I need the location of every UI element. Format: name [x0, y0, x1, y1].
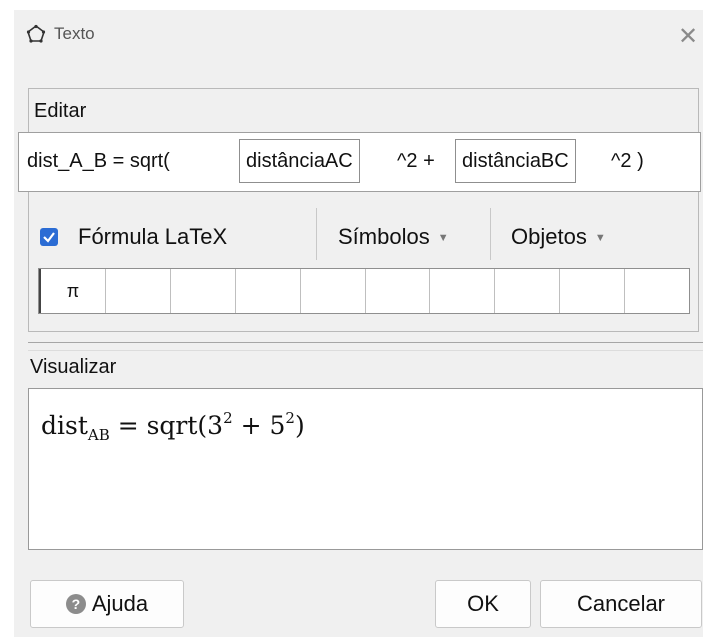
section-divider	[28, 342, 703, 343]
window-title: Texto	[54, 24, 95, 43]
help-icon: ?	[65, 594, 86, 614]
formula-plus: +	[240, 411, 262, 440]
symbols-dropdown[interactable]: Símbolos ▼	[338, 224, 449, 250]
expression-editor[interactable]: dist_A_B = sqrt( distânciaAC ^2 + distân…	[18, 132, 701, 192]
toolbar-divider	[316, 208, 317, 260]
symbol-cell[interactable]	[171, 269, 236, 313]
symbol-cell[interactable]	[106, 269, 171, 313]
formula-b-exponent: 2	[285, 409, 295, 427]
symbol-cell[interactable]	[236, 269, 301, 313]
expression-suffix: ^2 )	[611, 150, 644, 172]
ok-button[interactable]: OK	[435, 580, 531, 628]
symbols-dropdown-label: Símbolos	[338, 224, 430, 249]
edit-section-label: Editar	[34, 100, 87, 122]
expression-middle: ^2 +	[397, 150, 435, 172]
section-divider	[28, 350, 703, 351]
title-bar[interactable]: Texto ✕	[14, 10, 703, 60]
formula-close: )	[294, 411, 305, 440]
caret-down-icon: ▼	[437, 232, 449, 244]
toolbar-divider	[490, 208, 491, 260]
symbol-cell[interactable]	[366, 269, 431, 313]
symbol-table: π	[38, 268, 690, 314]
symbol-cell[interactable]	[430, 269, 496, 313]
preview-box: distAB = sqrt(32 + 52)	[28, 388, 703, 550]
preview-formula: distAB = sqrt(32 + 52)	[41, 409, 305, 444]
formula-b: 5	[269, 411, 286, 440]
symbol-cell[interactable]	[625, 269, 689, 313]
formula-a-exponent: 2	[223, 409, 233, 427]
formula-base: dist	[41, 411, 88, 440]
symbol-cell[interactable]	[495, 269, 561, 313]
symbol-cell[interactable]	[301, 269, 366, 313]
dynamic-field-distance-bc[interactable]: distânciaBC	[455, 139, 576, 183]
caret-down-icon: ▼	[594, 232, 606, 244]
cancel-button[interactable]: Cancelar	[540, 580, 702, 628]
formula-subscript: AB	[87, 426, 110, 444]
checkmark-icon	[43, 232, 55, 243]
help-button[interactable]: ? Ajuda	[30, 580, 184, 628]
symbol-cell[interactable]	[560, 269, 626, 313]
expression-prefix: dist_A_B = sqrt(	[27, 150, 170, 172]
pentagon-icon	[26, 24, 46, 44]
objects-dropdown[interactable]: Objetos ▼	[511, 224, 606, 250]
close-icon[interactable]: ✕	[678, 22, 698, 51]
objects-dropdown-label: Objetos	[511, 224, 587, 249]
latex-checkbox[interactable]	[40, 228, 58, 246]
preview-section-label: Visualizar	[30, 356, 117, 378]
formula-a: 3	[207, 411, 224, 440]
dynamic-field-distance-ac[interactable]: distânciaAC	[239, 139, 360, 183]
help-button-label: Ajuda	[91, 591, 149, 616]
symbol-cell-pi[interactable]: π	[39, 269, 106, 313]
formula-operator: = sqrt(	[117, 411, 208, 440]
latex-checkbox-label[interactable]: Fórmula LaTeX	[78, 224, 227, 250]
